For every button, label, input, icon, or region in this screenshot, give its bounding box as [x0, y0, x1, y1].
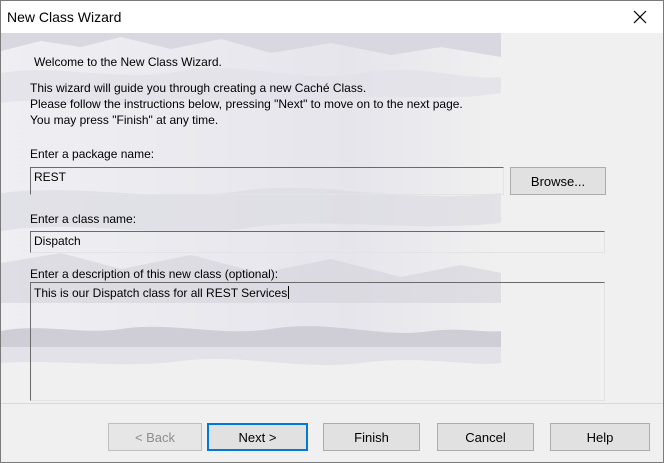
- text-cursor: [288, 286, 290, 299]
- finish-button-label: Finish: [354, 429, 389, 445]
- cancel-button-label: Cancel: [465, 429, 506, 445]
- wizard-window: New Class Wizard Welcome to the New Clas…: [0, 0, 664, 463]
- intro-line-1: This wizard will guide you through creat…: [30, 81, 367, 95]
- back-button-label: < Back: [134, 429, 176, 445]
- help-button-label: Help: [586, 429, 614, 445]
- class-name-value: Dispatch: [34, 234, 81, 248]
- window-title: New Class Wizard: [7, 9, 122, 25]
- description-value: This is our Dispatch class for all REST …: [34, 286, 288, 300]
- description-textarea[interactable]: This is our Dispatch class for all REST …: [30, 282, 605, 401]
- browse-button[interactable]: Browse...: [510, 167, 606, 195]
- classname-label: Enter a class name:: [30, 212, 137, 226]
- package-label: Enter a package name:: [30, 147, 155, 161]
- close-button[interactable]: [617, 1, 663, 33]
- button-separator: [1, 403, 663, 404]
- title-bar: New Class Wizard: [1, 1, 663, 33]
- help-button[interactable]: Help: [550, 423, 650, 451]
- description-label: Enter a description of this new class (o…: [30, 267, 279, 281]
- close-icon: [633, 10, 647, 24]
- package-name-value: REST: [34, 170, 67, 184]
- intro-line-2: Please follow the instructions below, pr…: [30, 97, 463, 111]
- finish-button[interactable]: Finish: [323, 423, 420, 451]
- cancel-button[interactable]: Cancel: [437, 423, 534, 451]
- intro-line-3: You may press "Finish" at any time.: [30, 113, 219, 127]
- welcome-text: Welcome to the New Class Wizard.: [34, 55, 222, 69]
- wizard-body: Welcome to the New Class Wizard. This wi…: [1, 33, 663, 462]
- class-name-input[interactable]: Dispatch: [30, 231, 605, 253]
- next-button[interactable]: Next >: [207, 423, 308, 451]
- package-name-input[interactable]: REST: [30, 167, 504, 195]
- browse-button-label: Browse...: [530, 173, 586, 189]
- next-button-label: Next >: [238, 429, 277, 445]
- back-button[interactable]: < Back: [108, 423, 202, 451]
